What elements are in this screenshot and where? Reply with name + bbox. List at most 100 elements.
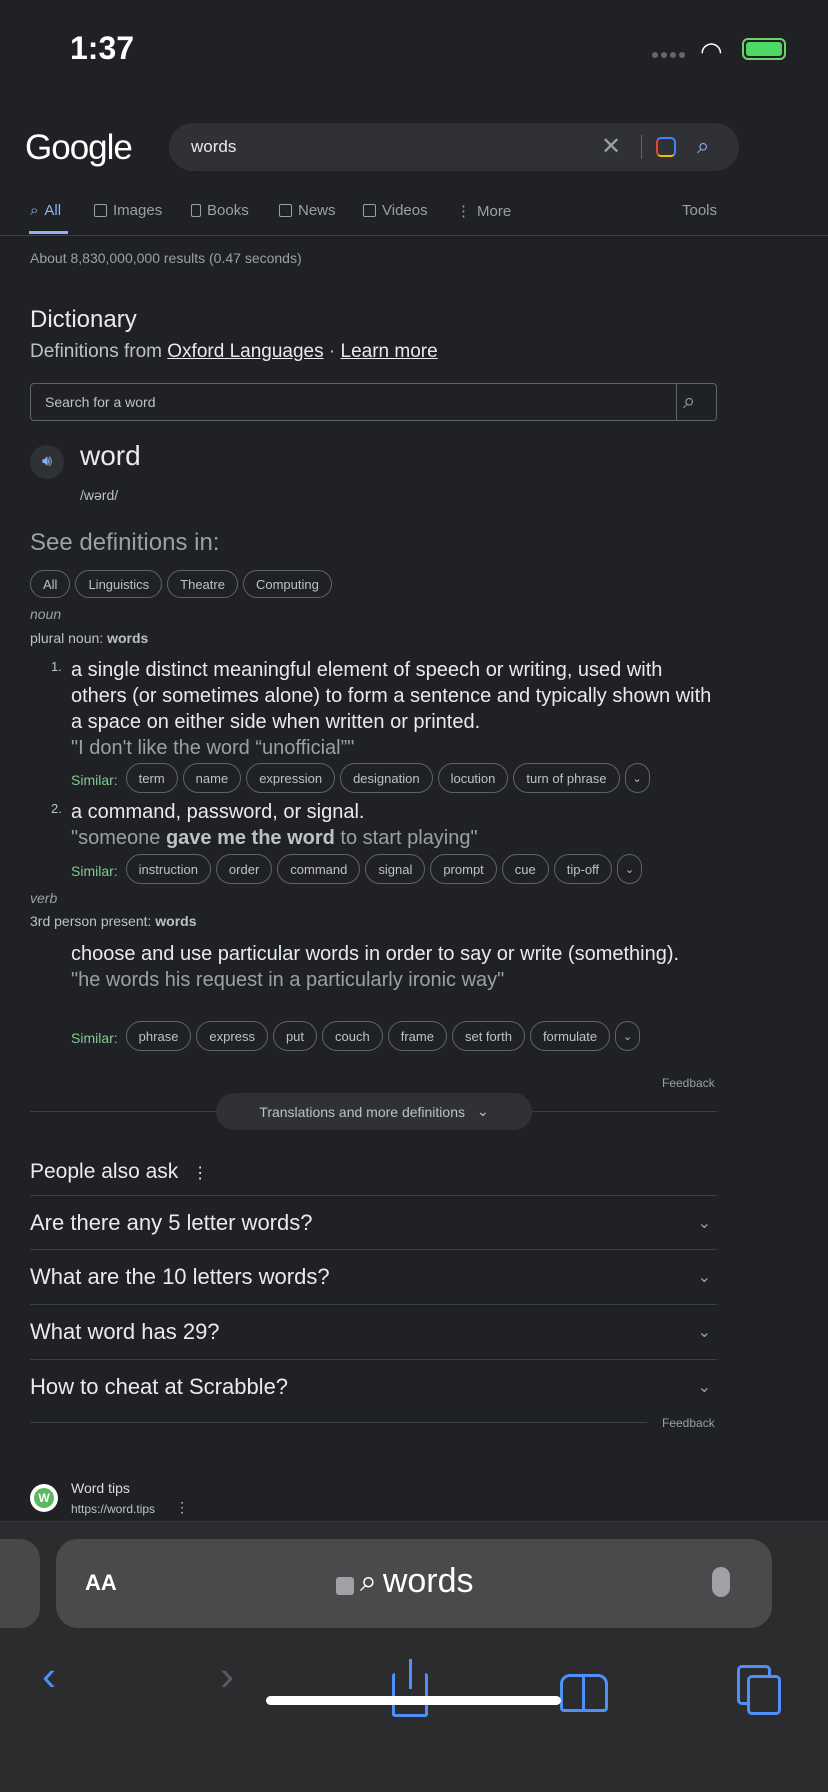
filter-chip[interactable]: Theatre [167, 570, 238, 598]
tab-label: More [477, 202, 512, 220]
headword: word [80, 440, 141, 471]
oxford-link[interactable]: Oxford Languages [167, 341, 323, 362]
bookmarks-icon[interactable] [560, 1674, 608, 1712]
similar-chip[interactable]: phrase [125, 1021, 192, 1051]
search-icon[interactable]: ⌕ [697, 133, 709, 159]
tab-label: Videos [382, 202, 428, 219]
clear-icon[interactable]: ✕ [601, 132, 621, 161]
address-bar[interactable]: AA ⌕ words [56, 1539, 772, 1628]
site-favicon: W [30, 1484, 58, 1512]
similar-chip[interactable]: expression [246, 763, 336, 793]
search-icon: ⌕ [30, 202, 39, 219]
def-number: 1. [51, 659, 62, 674]
google-logo[interactable]: Google [25, 128, 133, 168]
search-query[interactable]: words [191, 137, 236, 157]
definition-text: a command, password, or signal. [71, 801, 365, 823]
similar-chip[interactable]: cue [501, 854, 549, 884]
expand-chevron-icon[interactable]: ⌄ [617, 854, 643, 884]
filter-chip[interactable]: Computing [242, 570, 332, 598]
word-search-input[interactable]: Search for a word ⌕ [30, 383, 717, 421]
people-also-ask-title: People also ask ⋮ [30, 1160, 209, 1183]
divider [0, 235, 828, 236]
previous-tab-preview[interactable] [0, 1539, 40, 1628]
similar-chip[interactable]: order [215, 854, 273, 884]
similar-chip[interactable]: set forth [451, 1021, 525, 1051]
pronunciation: /wərd/ [80, 487, 119, 503]
question-text: Are there any 5 letter words? [30, 1210, 313, 1235]
third-person: 3rd person present: words [30, 913, 197, 929]
search-bar[interactable]: words ✕ ⌕ [169, 123, 739, 171]
chevron-down-icon: ⌄ [697, 1269, 711, 1286]
back-icon[interactable]: ‹ [42, 1652, 56, 1700]
lens-icon[interactable] [656, 137, 676, 157]
definition-example: "he words his request in a particularly … [71, 969, 505, 991]
definitions-source: Definitions from Oxford Languages · Lear… [30, 341, 438, 363]
definition-2: a command, password, or signal. "someone … [71, 799, 721, 851]
lock-icon [336, 1576, 354, 1595]
tab-images[interactable]: Images [94, 202, 162, 219]
similar-chip[interactable]: express [196, 1021, 268, 1051]
result-site-name[interactable]: Word tips [71, 1480, 130, 1496]
question-row[interactable]: What are the 10 letters words? ⌄ [30, 1249, 717, 1304]
similar-chip[interactable]: prompt [430, 854, 497, 884]
question-text: What word has 29? [30, 1319, 220, 1344]
speaker-icon[interactable]: 🔊︎ [30, 445, 64, 479]
similar-chip[interactable]: term [125, 763, 178, 793]
paa-feedback-link[interactable]: Feedback [662, 1416, 715, 1430]
search-icon[interactable]: ⌕ [683, 388, 695, 414]
similar-chip[interactable]: tip-off [553, 854, 613, 884]
divider [30, 1422, 647, 1423]
home-indicator[interactable] [266, 1696, 561, 1705]
translations-button[interactable]: Translations and more definitions ⌄ [216, 1093, 532, 1130]
microphone-icon[interactable] [712, 1567, 730, 1597]
more-vert-icon[interactable]: ⋮ [175, 1499, 189, 1516]
similar-chip[interactable]: name [182, 763, 242, 793]
similar-chip[interactable]: instruction [125, 854, 211, 884]
tools-button[interactable]: Tools [682, 202, 717, 219]
similar-chip[interactable]: couch [322, 1021, 383, 1051]
definition-1: a single distinct meaningful element of … [71, 657, 721, 761]
address-text[interactable]: ⌕ words [336, 1562, 474, 1601]
question-text: How to cheat at Scrabble? [30, 1374, 289, 1399]
tab-label: Books [207, 202, 249, 219]
chevron-down-icon: ⌄ [697, 1379, 711, 1396]
similar-chip[interactable]: designation [340, 763, 433, 793]
feedback-link[interactable]: Feedback [662, 1076, 715, 1090]
tab-books[interactable]: Books [191, 202, 249, 219]
news-icon [279, 204, 292, 217]
tab-news[interactable]: News [279, 202, 336, 219]
similar-chip[interactable]: turn of phrase [513, 763, 620, 793]
similar-chip[interactable]: formulate [529, 1021, 611, 1051]
tab-more[interactable]: ⋮ More [456, 202, 512, 221]
filter-chip[interactable]: Linguistics [75, 570, 163, 598]
filter-chip[interactable]: All [30, 570, 71, 598]
tab-label: Images [113, 202, 163, 219]
reader-aa-button[interactable]: AA [85, 1565, 117, 1597]
book-icon [191, 204, 201, 217]
forward-icon[interactable]: › [220, 1652, 234, 1700]
similar-chip[interactable]: put [272, 1021, 318, 1051]
definition-example: "I don't like the word “unofficial”" [71, 737, 355, 759]
tab-all[interactable]: ⌕ All [30, 202, 61, 219]
more-vert-icon[interactable]: ⋮ [192, 1165, 208, 1182]
definition-text: choose and use particular words in order… [71, 943, 680, 965]
share-icon[interactable] [392, 1659, 428, 1717]
similar-label: Similar: [71, 1030, 118, 1046]
safari-toolbar: AA ⌕ words ‹ › [0, 1521, 828, 1792]
similar-chip[interactable]: frame [387, 1021, 447, 1051]
question-row[interactable]: Are there any 5 letter words? ⌄ [30, 1195, 717, 1250]
similar-words: Similar: phrase express put couch frame set fo… [71, 1021, 645, 1051]
similar-label: Similar: [71, 863, 118, 879]
result-url[interactable]: https://word.tips [71, 1502, 155, 1516]
tab-videos[interactable]: Videos [363, 202, 428, 219]
plural-value: words [107, 630, 149, 646]
question-row[interactable]: What word has 29? ⌄ [30, 1304, 717, 1359]
similar-words: Similar: term name expression designation loc… [71, 763, 655, 793]
similar-chip[interactable]: locution [437, 763, 509, 793]
similar-chip[interactable]: signal [365, 854, 426, 884]
similar-chip[interactable]: command [277, 854, 361, 884]
expand-chevron-icon[interactable]: ⌄ [624, 763, 650, 793]
question-row[interactable]: How to cheat at Scrabble? ⌄ [30, 1359, 717, 1414]
expand-chevron-icon[interactable]: ⌄ [615, 1021, 641, 1051]
learn-more-link[interactable]: Learn more [341, 341, 438, 362]
